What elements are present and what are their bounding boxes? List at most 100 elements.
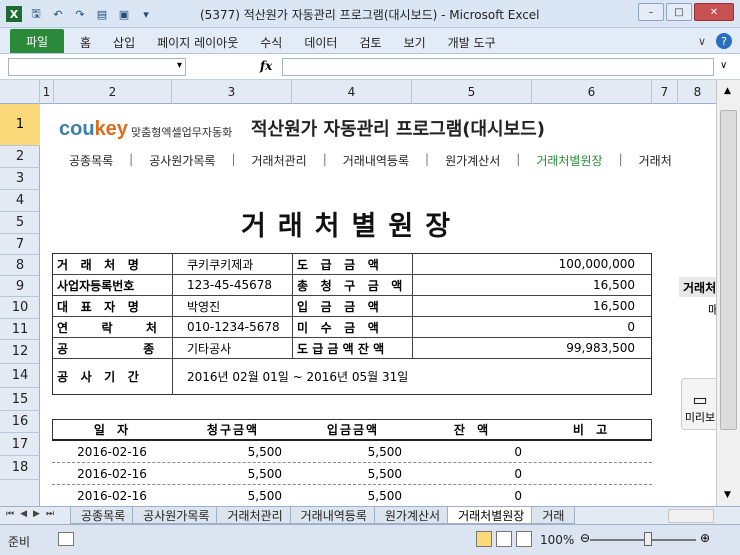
- page-layout-view-icon[interactable]: [496, 531, 512, 547]
- minimize-icon[interactable]: –: [638, 3, 664, 21]
- sheet-tab[interactable]: 원가계산서: [373, 507, 452, 524]
- zoom-out-icon[interactable]: ⊖: [580, 531, 590, 545]
- nav-item-client-ledger[interactable]: 거래처별원장: [536, 152, 602, 169]
- row-header[interactable]: 17: [0, 433, 40, 456]
- scrollbar-thumb[interactable]: [720, 110, 737, 430]
- sheet-tab[interactable]: 공사원가목록: [132, 507, 221, 524]
- help-icon[interactable]: ?: [716, 33, 732, 49]
- maximize-icon[interactable]: □: [666, 3, 692, 21]
- info-amount[interactable]: 100,000,000: [413, 254, 651, 274]
- excel-icon[interactable]: X: [6, 6, 22, 22]
- ledger-balance[interactable]: 0: [412, 441, 532, 462]
- formula-input[interactable]: [282, 58, 714, 76]
- ledger-balance[interactable]: 0: [412, 463, 532, 484]
- row-header[interactable]: 8: [0, 255, 40, 276]
- nav-item-transaction-entry[interactable]: 거래내역등록: [343, 152, 409, 169]
- info-value[interactable]: 쿠키쿠키제과: [173, 254, 293, 274]
- camera-icon[interactable]: ▣: [116, 6, 132, 22]
- row-header[interactable]: 9: [0, 276, 40, 297]
- ledger-note[interactable]: [532, 485, 650, 506]
- info-amount[interactable]: 99,983,500: [413, 338, 651, 358]
- zoom-in-icon[interactable]: ⊕: [700, 531, 710, 545]
- row-header[interactable]: 1: [0, 104, 40, 146]
- info-amount[interactable]: 16,500: [413, 296, 651, 316]
- sheet-tab[interactable]: 공종목록: [70, 507, 137, 524]
- info-value[interactable]: 기타공사: [173, 338, 293, 358]
- nav-item-cost-statement[interactable]: 원가계산서: [445, 152, 500, 169]
- scroll-down-icon[interactable]: ▼: [724, 490, 731, 500]
- ledger-received[interactable]: 5,500: [292, 463, 412, 484]
- tab-insert[interactable]: 삽입: [113, 34, 135, 51]
- row-header[interactable]: 15: [0, 388, 40, 411]
- close-icon[interactable]: ✕: [694, 3, 734, 21]
- tab-home[interactable]: 홈: [80, 34, 91, 51]
- ledger-billed[interactable]: 5,500: [172, 485, 292, 506]
- column-header[interactable]: 5: [412, 80, 532, 104]
- nav-item-work-types[interactable]: 공종목록: [69, 152, 113, 169]
- last-sheet-icon[interactable]: ⏭: [46, 509, 54, 519]
- select-all-corner[interactable]: [0, 80, 40, 104]
- preview-button[interactable]: ▭ 미리보: [681, 378, 716, 430]
- row-header[interactable]: 3: [0, 168, 40, 190]
- info-amount[interactable]: 0: [413, 317, 651, 337]
- name-box[interactable]: ▾: [8, 58, 186, 76]
- fx-icon[interactable]: fx: [260, 59, 272, 73]
- name-box-dropdown-icon[interactable]: ▾: [177, 60, 182, 71]
- sheet-tab[interactable]: 거래내역등록: [289, 507, 378, 524]
- info-value[interactable]: 010-1234-5678: [173, 317, 293, 337]
- sheet-tab[interactable]: 거래처관리: [216, 507, 294, 524]
- tab-data[interactable]: 데이터: [304, 34, 337, 51]
- row-header[interactable]: 2: [0, 146, 40, 168]
- nav-item-client-management[interactable]: 거래처관리: [252, 152, 307, 169]
- file-tab[interactable]: 파일: [10, 29, 64, 53]
- row-header[interactable]: 5: [0, 212, 40, 234]
- info-period-value[interactable]: 2016년 02월 01일 ~ 2016년 05월 31일: [173, 359, 651, 394]
- sheet-tab-active[interactable]: 거래처별원장: [447, 507, 536, 524]
- ledger-received[interactable]: 5,500: [292, 441, 412, 462]
- customize-qat-icon[interactable]: ▾: [138, 6, 154, 22]
- next-sheet-icon[interactable]: ▶: [33, 509, 40, 519]
- zoom-slider-knob[interactable]: [644, 532, 652, 546]
- ledger-date[interactable]: 2016-02-16: [52, 463, 172, 484]
- undo-icon[interactable]: ↶: [50, 6, 66, 22]
- redo-icon[interactable]: ↷: [72, 6, 88, 22]
- sheet-tab[interactable]: 거래: [531, 507, 576, 524]
- info-value[interactable]: 박영진: [173, 296, 293, 316]
- tab-view[interactable]: 보기: [404, 34, 426, 51]
- scroll-up-icon[interactable]: ▲: [724, 86, 731, 96]
- nav-item-cost-list[interactable]: 공사원가목록: [149, 152, 215, 169]
- row-header[interactable]: 14: [0, 364, 40, 388]
- form-icon[interactable]: ▤: [94, 6, 110, 22]
- tab-developer[interactable]: 개발 도구: [448, 34, 496, 51]
- save-icon[interactable]: 🖫: [28, 6, 44, 22]
- column-header[interactable]: 3: [172, 80, 292, 104]
- ledger-received[interactable]: 5,500: [292, 485, 412, 506]
- expand-formula-icon[interactable]: ∨: [720, 60, 727, 71]
- nav-item-client-more[interactable]: 거래처: [639, 152, 672, 169]
- column-header[interactable]: 6: [532, 80, 652, 104]
- info-amount[interactable]: 16,500: [413, 275, 651, 295]
- normal-view-icon[interactable]: [476, 531, 492, 547]
- row-header[interactable]: 16: [0, 411, 40, 433]
- ledger-billed[interactable]: 5,500: [172, 441, 292, 462]
- row-header[interactable]: 7: [0, 234, 40, 255]
- tab-review[interactable]: 검토: [359, 34, 381, 51]
- zoom-level[interactable]: 100%: [540, 533, 574, 547]
- ledger-date[interactable]: 2016-02-16: [52, 441, 172, 462]
- column-header[interactable]: 8: [678, 80, 716, 104]
- row-header[interactable]: 11: [0, 319, 40, 340]
- page-break-view-icon[interactable]: [516, 531, 532, 547]
- macro-record-icon[interactable]: [58, 532, 74, 546]
- tab-formulas[interactable]: 수식: [260, 34, 282, 51]
- zoom-slider[interactable]: [590, 539, 696, 541]
- ledger-note[interactable]: [532, 441, 650, 462]
- column-header[interactable]: 7: [652, 80, 678, 104]
- prev-sheet-icon[interactable]: ◀: [20, 509, 27, 519]
- vertical-scrollbar[interactable]: ▲ ▼: [716, 80, 740, 506]
- column-header[interactable]: 1: [40, 80, 54, 104]
- ledger-billed[interactable]: 5,500: [172, 463, 292, 484]
- row-header[interactable]: 4: [0, 190, 40, 212]
- row-header[interactable]: 18: [0, 456, 40, 480]
- ledger-date[interactable]: 2016-02-16: [52, 485, 172, 506]
- column-header[interactable]: 2: [54, 80, 172, 104]
